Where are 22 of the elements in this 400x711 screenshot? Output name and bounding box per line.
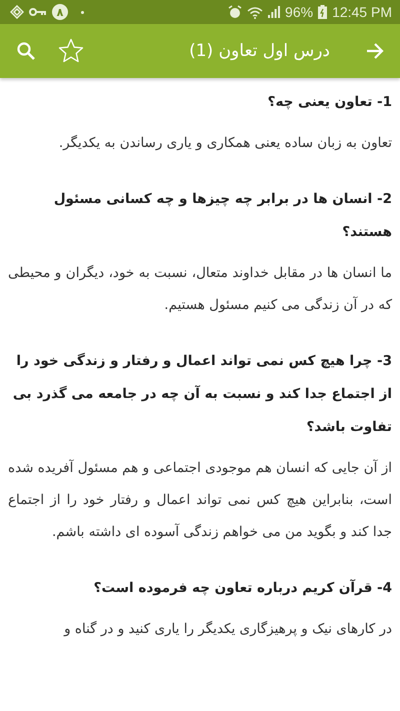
question-heading: 1- تعاون یعنی چه؟ <box>266 93 392 112</box>
question-heading: 4- قرآن کریم درباره تعاون چه فرموده است؟ <box>92 578 392 598</box>
question-heading: 2- انسان ها در برابر چه چیزها و چه کسانی مسئول هستند؟ <box>52 190 392 242</box>
signal-icon <box>268 6 280 18</box>
notification-badge: ٨ <box>52 4 68 20</box>
search-icon[interactable] <box>16 41 36 61</box>
toolbar-title: درس اول تعاون (1) <box>188 41 330 61</box>
battery-icon <box>318 5 328 19</box>
star-icon[interactable] <box>58 38 84 64</box>
answer-text: در کارهای نیک و پرهیزگاری یکدیگر را یاری کنید و در گناه و <box>62 620 392 639</box>
diamond-icon <box>10 5 24 19</box>
key-icon <box>29 7 47 17</box>
wifi-icon <box>247 6 264 18</box>
battery-percent: 96% <box>285 4 314 20</box>
back-arrow-icon[interactable] <box>366 42 384 60</box>
alarm-icon <box>228 5 242 19</box>
answer-text: از آن جایی که انسان هم موجودی اجتماعی و هم مسئول آفریده شده است، بنابراین هیچ کس نمی تواند اعمال و رفتار خود را از اجتماع جدا کند و بگوید من می خواهم زندگی آسوده ای داشته باشم. <box>8 458 392 542</box>
dot-icon <box>81 10 84 14</box>
question-heading: 3- چرا هیچ کس نمی تواند اعمال و رفتار و زندگی خود را از اجتماع جدا کند و نسبت به آن چه در جامعه می گذرد بی تفاوت باشد؟ <box>12 352 392 437</box>
clock-time: 12:45 PM <box>332 4 392 20</box>
answer-text: ما انسان ها در مقابل خداوند متعال، نسبت به خود، دیگران و محیطی که در آن زندگی می کنیم مسئول هستیم. <box>8 264 392 315</box>
answer-text: تعاون به زبان ساده یعنی همکاری و یاری رساندن به یکدیگر. <box>58 134 392 153</box>
